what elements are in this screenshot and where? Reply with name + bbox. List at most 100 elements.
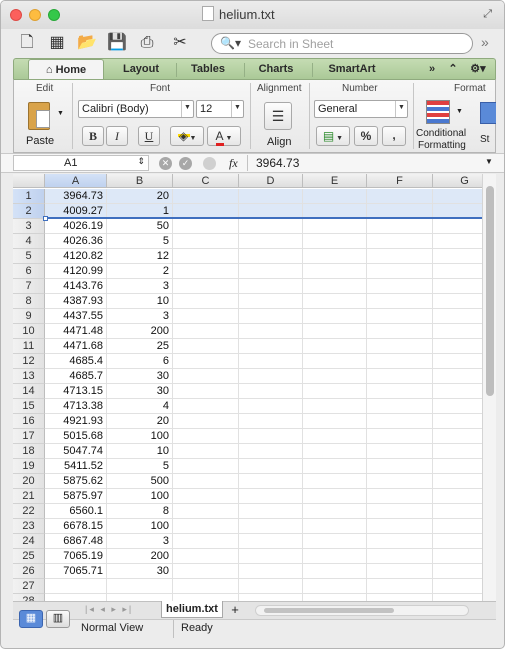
- table-cell[interactable]: 4387.93: [45, 294, 107, 309]
- table-cell[interactable]: [433, 579, 482, 594]
- table-cell[interactable]: [367, 474, 433, 489]
- column-header-c[interactable]: C: [173, 174, 239, 188]
- table-cell[interactable]: 5411.52: [45, 459, 107, 474]
- table-cell[interactable]: 4713.15: [45, 384, 107, 399]
- table-cell[interactable]: 100: [107, 519, 173, 534]
- table-cell[interactable]: 4471.68: [45, 339, 107, 354]
- table-cell[interactable]: [239, 474, 303, 489]
- table-cell[interactable]: [239, 504, 303, 519]
- fullscreen-icon[interactable]: ⤢: [483, 8, 492, 21]
- table-cell[interactable]: [433, 294, 482, 309]
- column-header-a[interactable]: A: [45, 174, 107, 188]
- underline-button[interactable]: U: [138, 126, 160, 146]
- table-cell[interactable]: [173, 564, 239, 579]
- table-cell[interactable]: [173, 354, 239, 369]
- row-header[interactable]: 6: [13, 264, 45, 279]
- table-cell[interactable]: [303, 579, 367, 594]
- table-cell[interactable]: 4: [107, 399, 173, 414]
- table-cell[interactable]: [433, 414, 482, 429]
- fill-handle[interactable]: [43, 216, 48, 221]
- table-cell[interactable]: 50: [107, 219, 173, 234]
- table-cell[interactable]: [303, 414, 367, 429]
- table-cell[interactable]: [433, 444, 482, 459]
- table-cell[interactable]: [173, 189, 239, 204]
- sheet-tab-helium[interactable]: helium.txt: [161, 601, 223, 618]
- column-header-e[interactable]: E: [303, 174, 367, 188]
- table-cell[interactable]: [367, 594, 433, 601]
- table-cell[interactable]: 4026.36: [45, 234, 107, 249]
- table-cell[interactable]: [303, 564, 367, 579]
- paste-button[interactable]: ▼ Paste: [22, 100, 66, 150]
- table-cell[interactable]: 5: [107, 459, 173, 474]
- table-cell[interactable]: [239, 384, 303, 399]
- table-cell[interactable]: [433, 354, 482, 369]
- table-cell[interactable]: [239, 564, 303, 579]
- table-cell[interactable]: [433, 399, 482, 414]
- table-cell[interactable]: [173, 474, 239, 489]
- align-icon[interactable]: ☰: [264, 102, 292, 130]
- table-cell[interactable]: [239, 309, 303, 324]
- table-cell[interactable]: [173, 504, 239, 519]
- table-cell[interactable]: [107, 579, 173, 594]
- table-cell[interactable]: [303, 264, 367, 279]
- table-cell[interactable]: 20: [107, 414, 173, 429]
- row-header[interactable]: 22: [13, 504, 45, 519]
- row-header[interactable]: 2: [13, 204, 45, 219]
- table-cell[interactable]: [303, 234, 367, 249]
- vertical-scrollbar[interactable]: [482, 174, 496, 601]
- table-cell[interactable]: [173, 429, 239, 444]
- tab-layout[interactable]: Layout: [112, 59, 170, 80]
- table-cell[interactable]: [367, 489, 433, 504]
- row-header[interactable]: 10: [13, 324, 45, 339]
- row-header[interactable]: 1: [13, 189, 45, 204]
- table-cell[interactable]: [173, 534, 239, 549]
- tab-smartart[interactable]: SmartArt: [314, 59, 390, 80]
- table-cell[interactable]: [173, 219, 239, 234]
- table-cell[interactable]: [239, 459, 303, 474]
- table-cell[interactable]: [239, 339, 303, 354]
- table-cell[interactable]: [303, 429, 367, 444]
- table-cell[interactable]: [367, 519, 433, 534]
- row-header[interactable]: 4: [13, 234, 45, 249]
- table-cell[interactable]: 4120.99: [45, 264, 107, 279]
- table-cell[interactable]: [433, 249, 482, 264]
- table-cell[interactable]: [433, 324, 482, 339]
- table-cell[interactable]: [173, 414, 239, 429]
- row-header[interactable]: 21: [13, 489, 45, 504]
- table-cell[interactable]: [303, 384, 367, 399]
- table-cell[interactable]: 3964.73: [45, 189, 107, 204]
- table-cell[interactable]: [303, 549, 367, 564]
- table-cell[interactable]: 4921.93: [45, 414, 107, 429]
- table-cell[interactable]: 4685.4: [45, 354, 107, 369]
- row-header[interactable]: 23: [13, 519, 45, 534]
- table-cell[interactable]: [367, 234, 433, 249]
- table-cell[interactable]: [239, 264, 303, 279]
- table-cell[interactable]: [239, 414, 303, 429]
- font-name-select[interactable]: Calibri (Body) ▼: [78, 100, 194, 118]
- table-cell[interactable]: 7065.71: [45, 564, 107, 579]
- collapse-ribbon-icon[interactable]: ⌃: [444, 59, 462, 80]
- table-cell[interactable]: [303, 354, 367, 369]
- table-cell[interactable]: [433, 489, 482, 504]
- table-cell[interactable]: [239, 594, 303, 601]
- sheet-nav-buttons[interactable]: |◂ ◂ ▸ ▸|: [85, 604, 133, 615]
- table-cell[interactable]: [433, 564, 482, 579]
- row-header[interactable]: 5: [13, 249, 45, 264]
- toolbar-overflow-icon[interactable]: »: [481, 34, 489, 50]
- table-cell[interactable]: [239, 294, 303, 309]
- table-cell[interactable]: 100: [107, 489, 173, 504]
- page-layout-view-button[interactable]: ▥: [46, 610, 70, 628]
- table-cell[interactable]: [367, 279, 433, 294]
- table-cell[interactable]: [303, 279, 367, 294]
- table-cell[interactable]: 30: [107, 564, 173, 579]
- table-cell[interactable]: 8: [107, 504, 173, 519]
- styles-button-partial[interactable]: St: [478, 100, 496, 152]
- table-cell[interactable]: 10: [107, 294, 173, 309]
- table-cell[interactable]: [367, 219, 433, 234]
- table-cell[interactable]: [173, 444, 239, 459]
- table-cell[interactable]: [433, 204, 482, 219]
- table-cell[interactable]: 5875.97: [45, 489, 107, 504]
- table-cell[interactable]: [173, 384, 239, 399]
- table-cell[interactable]: 4471.48: [45, 324, 107, 339]
- table-cell[interactable]: [45, 594, 107, 601]
